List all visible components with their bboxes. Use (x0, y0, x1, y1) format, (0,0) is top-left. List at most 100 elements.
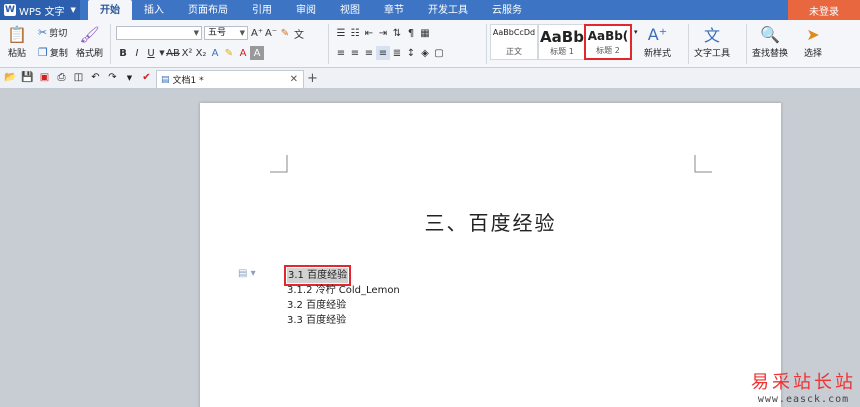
tab-insert[interactable]: 插入 (132, 0, 176, 20)
find-replace-button[interactable]: 🔍 查找替换 (752, 24, 788, 60)
doc-tab[interactable]: ▤ 文档1 * ✕ (156, 70, 304, 88)
highlight-icon[interactable]: ✎ (222, 46, 236, 60)
increase-indent-icon[interactable]: ⇥ (376, 26, 390, 40)
style-heading-2-sample: AaBb( (587, 29, 629, 43)
show-marks-icon[interactable]: ¶ (404, 26, 418, 40)
toc-line[interactable]: 3.2 百度经验 (287, 298, 400, 313)
decrease-indent-icon[interactable]: ⇤ (362, 26, 376, 40)
tab-cloud[interactable]: 云服务 (480, 0, 534, 20)
style-normal-label: 正文 (506, 47, 522, 56)
app-menu-button[interactable]: W WPS 文字 ▼ (0, 0, 80, 20)
subscript-icon[interactable]: X₂ (194, 46, 208, 60)
chevron-down-icon[interactable]: ▼ (158, 46, 166, 60)
open-icon[interactable]: 📂 (4, 71, 17, 84)
align-center-icon[interactable]: ≡ (348, 46, 362, 60)
divider (486, 24, 487, 64)
quick-access-icons: 📂 💾 ▣ ⎙ ◫ ↶ ↷ ▼ ✔ W (4, 71, 170, 84)
align-controls: ≡ ≡ ≡ ≡ ≣ ↕ ◈ ▢ (334, 46, 446, 60)
cut-button[interactable]: ✂ 剪切 (38, 26, 67, 39)
tab-references[interactable]: 引用 (240, 0, 284, 20)
numbered-list-icon[interactable]: ☷ (348, 26, 362, 40)
copy-button[interactable]: ❐ 复制 (38, 46, 68, 59)
style-normal[interactable]: AaBbCcDd 正文 (490, 24, 538, 60)
tab-section[interactable]: 章节 (372, 0, 416, 20)
save-icon[interactable]: 💾 (21, 71, 34, 84)
borders-icon[interactable]: ▢ (432, 46, 446, 60)
clipboard-icon: 📋 (7, 24, 27, 44)
font-color-icon[interactable]: A (236, 46, 250, 60)
close-icon[interactable]: ✕ (290, 74, 298, 85)
document-heading[interactable]: 三、百度经验 (200, 207, 781, 236)
justify-icon[interactable]: ≡ (376, 46, 390, 60)
line-spacing-icon[interactable]: ↕ (404, 46, 418, 60)
watermark: 易采站长站 www.easck.com (751, 368, 856, 405)
text-tools-label: 文字工具 (694, 49, 731, 59)
print-icon[interactable]: ⎙ (55, 71, 68, 84)
text-effect-icon[interactable]: A (208, 46, 222, 60)
undo-icon[interactable]: ↶ (89, 71, 102, 84)
export-pdf-icon[interactable]: ▣ (38, 71, 51, 84)
clear-format-icon[interactable]: ✎ (278, 26, 292, 40)
select-button[interactable]: ➤ 选择 (802, 24, 824, 60)
styles-scroll-button[interactable]: ▾ (634, 28, 638, 36)
ribbon-tabs: 开始 插入 页面布局 引用 审阅 视图 章节 开发工具 云服务 (88, 0, 534, 20)
format-painter-label: 格式刷 (76, 49, 104, 59)
format-painter-button[interactable]: 🖌 格式刷 (76, 24, 104, 60)
paste-button[interactable]: 📋 粘贴 (6, 24, 28, 60)
style-heading-2[interactable]: AaBb( 标题 2 (584, 24, 632, 60)
margin-corner-top-right (694, 155, 712, 173)
tab-view[interactable]: 视图 (328, 0, 372, 20)
divider (746, 24, 747, 64)
toc-list: 3.1 百度经验 3.1.2 冷柠 Cold_Lemon 3.2 百度经验 3.… (283, 265, 400, 328)
print-preview-icon[interactable]: ◫ (72, 71, 85, 84)
shrink-font-icon[interactable]: A⁻ (264, 26, 278, 40)
char-shading-icon[interactable]: A (250, 46, 264, 60)
toc-line[interactable]: 3.1 百度经验 (283, 265, 400, 286)
quick-access-bar: 📂 💾 ▣ ⎙ ◫ ↶ ↷ ▼ ✔ W ▤ 文档1 * ✕ + (0, 68, 860, 89)
new-tab-button[interactable]: + (307, 71, 318, 86)
copy-label: 复制 (49, 49, 68, 59)
table-icon[interactable]: ▦ (418, 26, 432, 40)
selected-text[interactable]: 3.1 百度经验 (283, 265, 352, 286)
chevron-down-icon[interactable]: ▼ (123, 71, 136, 84)
italic-icon[interactable]: I (130, 46, 144, 60)
watermark-text: 易采站长站 (751, 372, 856, 393)
distributed-icon[interactable]: ≣ (390, 46, 404, 60)
phonetic-icon[interactable]: 文 (292, 26, 306, 41)
login-button[interactable]: 未登录 (788, 0, 860, 20)
sort-icon[interactable]: ⇅ (390, 26, 404, 40)
font-size-select[interactable]: 五号 ▼ (204, 26, 248, 40)
tab-review[interactable]: 审阅 (284, 0, 328, 20)
redo-icon[interactable]: ↷ (106, 71, 119, 84)
list-controls: ☰ ☷ ⇤ ⇥ ⇅ ¶ ▦ (334, 26, 432, 40)
font-name-select[interactable]: ▼ (116, 26, 202, 40)
check-icon[interactable]: ✔ (140, 71, 153, 84)
new-style-button[interactable]: A⁺ 新样式 (644, 24, 671, 60)
font-size-value: 五号 (208, 28, 227, 38)
paste-label: 粘贴 (7, 49, 26, 59)
doc-tab-title: 文档1 * (172, 76, 204, 86)
grow-font-icon[interactable]: A⁺ (250, 26, 264, 40)
style-heading-1[interactable]: AaBb 标题 1 (538, 24, 586, 60)
divider (110, 24, 111, 64)
style-normal-sample: AaBbCcDd (492, 28, 536, 37)
tab-developer[interactable]: 开发工具 (416, 0, 480, 20)
select-label: 选择 (803, 49, 822, 59)
underline-icon[interactable]: U (144, 46, 158, 60)
align-left-icon[interactable]: ≡ (334, 46, 348, 60)
align-right-icon[interactable]: ≡ (362, 46, 376, 60)
strikethrough-icon[interactable]: AB (166, 46, 180, 60)
shading-icon[interactable]: ◈ (418, 46, 432, 60)
paragraph-layout-icon[interactable]: ▤ ▾ (238, 268, 256, 279)
toc-line[interactable]: 3.1.2 冷柠 Cold_Lemon (287, 283, 400, 298)
document-page[interactable]: 三、百度经验 ▤ ▾ 3.1 百度经验 3.1.2 冷柠 Cold_Lemon … (200, 103, 781, 407)
toc-line[interactable]: 3.3 百度经验 (287, 313, 400, 328)
bullet-list-icon[interactable]: ☰ (334, 26, 348, 40)
tab-page-layout[interactable]: 页面布局 (176, 0, 240, 20)
search-icon: 🔍 (760, 24, 780, 44)
text-tools-button[interactable]: 文 文字工具 (694, 24, 730, 59)
tab-home[interactable]: 开始 (88, 0, 132, 20)
brush-icon: 🖌 (79, 24, 100, 44)
superscript-icon[interactable]: X² (180, 46, 194, 60)
bold-icon[interactable]: B (116, 46, 130, 60)
